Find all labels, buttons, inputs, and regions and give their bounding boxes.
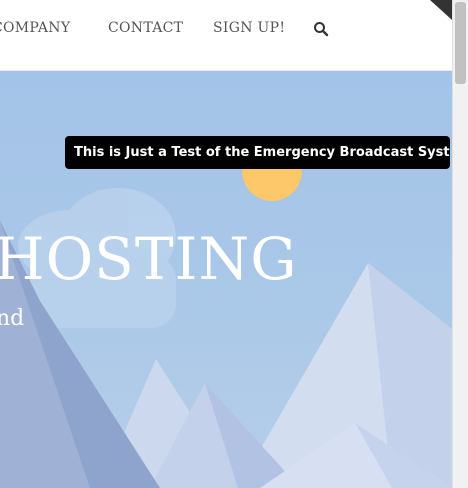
scrollbar-thumb[interactable] — [455, 2, 466, 84]
hero-title: HOSTING — [0, 225, 298, 293]
hero-banner: HOSTING nd — [0, 71, 452, 488]
search-icon[interactable] — [313, 21, 329, 37]
corner-ribbon — [430, 0, 452, 20]
nav-link-contact[interactable]: CONTACT — [108, 20, 183, 36]
vertical-scrollbar[interactable] — [452, 0, 468, 488]
top-navbar: COMPANY CONTACT SIGN UP! — [0, 0, 452, 71]
nav-link-signup[interactable]: SIGN UP! — [213, 20, 285, 36]
nav-link-company[interactable]: COMPANY — [0, 20, 70, 36]
hero-subtitle: nd — [0, 306, 25, 331]
emergency-tooltip: This is Just a Test of the Emergency Bro… — [65, 136, 450, 169]
